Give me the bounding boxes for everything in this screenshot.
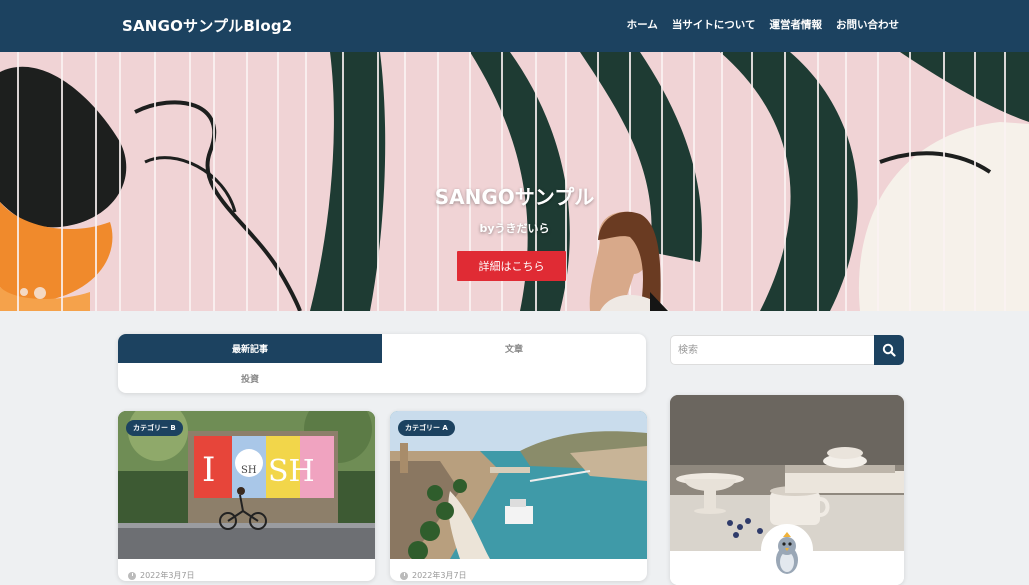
nav-item-about[interactable]: 当サイトについて xyxy=(672,17,756,32)
article-card[interactable]: カテゴリー A 2022年3月7日 xyxy=(390,411,647,581)
site-title[interactable]: SANGOサンプルBlog2 xyxy=(122,15,292,36)
search-icon xyxy=(882,343,896,357)
post-tabs: 最新記事 文章 投資 xyxy=(118,334,646,393)
main-nav: ホーム 当サイトについて 運営者情報 お問い合わせ xyxy=(627,17,899,32)
svg-text:I: I xyxy=(202,450,215,490)
article-date-text: 2022年3月7日 xyxy=(412,571,467,580)
nav-item-operator[interactable]: 運営者情報 xyxy=(770,17,823,32)
penguin-avatar-icon xyxy=(763,526,811,574)
sign-heart-text: SH xyxy=(241,465,257,476)
hero-byline: byうきだいら xyxy=(479,222,550,235)
clock-icon xyxy=(128,571,136,580)
article-date: 2022年3月7日 xyxy=(400,570,467,581)
nav-item-contact[interactable]: お問い合わせ xyxy=(836,17,899,32)
category-badge[interactable]: カテゴリー A xyxy=(398,420,455,436)
hero-title: SANGOサンプル xyxy=(434,185,595,209)
details-button[interactable]: 詳細はこちら xyxy=(457,251,566,281)
search-button[interactable] xyxy=(874,335,904,365)
hero-banner: SANGOサンプル byうきだいら 詳細はこちら xyxy=(0,52,1029,311)
article-card[interactable]: I SH SH カテゴリー B 2022年3月7日 xyxy=(118,411,375,581)
clock-icon xyxy=(400,571,408,580)
tab-latest-posts[interactable]: 最新記事 xyxy=(118,334,382,363)
tab-writing[interactable]: 文章 xyxy=(382,334,646,363)
article-date: 2022年3月7日 xyxy=(128,570,195,581)
search-form xyxy=(670,335,904,365)
article-date-text: 2022年3月7日 xyxy=(140,571,195,580)
avatar[interactable] xyxy=(761,524,813,576)
site-header: SANGOサンプルBlog2 ホーム 当サイトについて 運営者情報 お問い合わせ xyxy=(0,0,1029,52)
svg-text:SH: SH xyxy=(268,454,315,489)
category-badge[interactable]: カテゴリー B xyxy=(126,420,183,436)
tab-investment[interactable]: 投資 xyxy=(118,364,382,393)
search-input[interactable] xyxy=(670,335,876,365)
nav-item-home[interactable]: ホーム xyxy=(627,17,658,32)
